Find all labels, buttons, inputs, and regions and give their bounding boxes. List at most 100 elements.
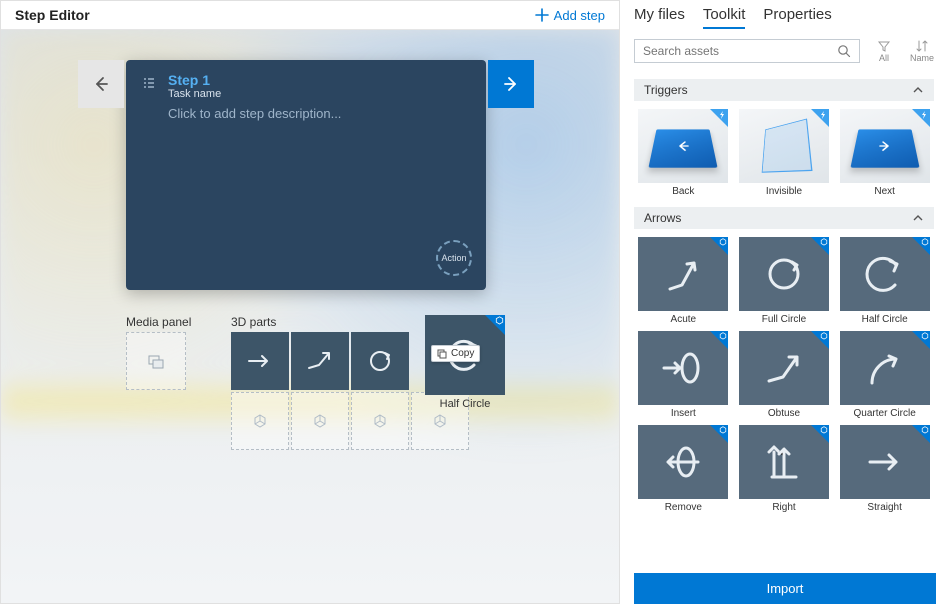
cube-icon bbox=[495, 316, 504, 325]
sort-name[interactable]: Name bbox=[908, 39, 936, 63]
arrow-left-icon bbox=[91, 74, 111, 94]
bolt-icon bbox=[718, 111, 726, 119]
arrow-remove-icon bbox=[658, 437, 708, 487]
step-editor-title: Step Editor bbox=[15, 7, 90, 23]
asset-label: Full Circle bbox=[762, 314, 806, 325]
cube-outline-icon bbox=[433, 414, 447, 428]
copy-tooltip: Copy bbox=[431, 345, 480, 362]
cube-icon bbox=[820, 426, 828, 434]
3d-parts-row-filled bbox=[231, 332, 409, 390]
asset-label: Half Circle bbox=[862, 314, 908, 325]
copy-icon bbox=[437, 349, 447, 359]
step-title[interactable]: Step 1 bbox=[168, 72, 221, 88]
dragged-asset-box: Copy bbox=[425, 315, 505, 395]
asset-trigger-invisible[interactable]: Invisible bbox=[737, 109, 832, 197]
3d-parts-label: 3D parts bbox=[231, 315, 276, 329]
step-canvas: Step 1 Task name Click to add step descr… bbox=[1, 30, 619, 603]
wireframe-cube-icon bbox=[762, 118, 813, 172]
arrow-right-icon bbox=[874, 138, 895, 154]
bolt-icon bbox=[920, 111, 928, 119]
asset-label: Straight bbox=[867, 502, 901, 513]
asset-arrow-quartercircle[interactable]: Quarter Circle bbox=[837, 331, 932, 419]
asset-label: Quarter Circle bbox=[854, 408, 916, 419]
tab-my-files[interactable]: My files bbox=[634, 6, 685, 29]
search-icon[interactable] bbox=[837, 44, 851, 58]
chevron-up-icon bbox=[912, 212, 924, 224]
cube-outline-icon bbox=[313, 414, 327, 428]
asset-arrow-acute[interactable]: Acute bbox=[636, 237, 731, 325]
part-tile-arrow-straight[interactable] bbox=[231, 332, 289, 390]
sections-scroll[interactable]: Triggers Back Invisible Next bbox=[634, 79, 936, 573]
arrow-obtuse-icon bbox=[303, 344, 337, 378]
part-slot-empty[interactable] bbox=[351, 392, 409, 450]
arrow-straight-icon bbox=[243, 344, 277, 378]
section-arrows-header[interactable]: Arrows bbox=[634, 207, 934, 229]
action-badge-label: Action bbox=[441, 253, 466, 263]
arrow-right-icon bbox=[501, 74, 521, 94]
step-editor-panel: Step Editor Add step Step 1 Task name Cl… bbox=[0, 0, 620, 604]
cube-icon bbox=[820, 238, 828, 246]
search-filter-row: All Name bbox=[634, 39, 936, 63]
cube-icon bbox=[921, 238, 929, 246]
media-icon bbox=[147, 352, 165, 370]
step-card[interactable]: Step 1 Task name Click to add step descr… bbox=[126, 60, 486, 290]
part-tile-arrow-obtuse[interactable] bbox=[291, 332, 349, 390]
filter-all[interactable]: All bbox=[870, 39, 898, 63]
arrow-halfcircle-icon bbox=[860, 249, 910, 299]
arrow-fullcircle-icon bbox=[363, 344, 397, 378]
add-step-button[interactable]: Add step bbox=[535, 8, 605, 23]
add-step-label: Add step bbox=[554, 8, 605, 23]
asset-trigger-back[interactable]: Back bbox=[636, 109, 731, 197]
next-step-button[interactable] bbox=[488, 60, 534, 108]
asset-trigger-next[interactable]: Next bbox=[837, 109, 932, 197]
search-input[interactable] bbox=[643, 44, 837, 58]
arrow-straight-icon bbox=[860, 437, 910, 487]
triggers-grid: Back Invisible Next bbox=[634, 105, 934, 207]
part-slot-empty[interactable] bbox=[291, 392, 349, 450]
asset-arrow-straight[interactable]: Straight bbox=[837, 425, 932, 513]
tab-properties[interactable]: Properties bbox=[763, 6, 831, 29]
media-panel-label: Media panel bbox=[126, 315, 191, 329]
asset-arrow-insert[interactable]: Insert bbox=[636, 331, 731, 419]
bolt-icon bbox=[819, 111, 827, 119]
asset-arrow-obtuse[interactable]: Obtuse bbox=[737, 331, 832, 419]
task-name: Task name bbox=[168, 88, 221, 100]
section-triggers-header[interactable]: Triggers bbox=[634, 79, 934, 101]
asset-arrow-right[interactable]: Right bbox=[737, 425, 832, 513]
part-slot-empty[interactable] bbox=[231, 392, 289, 450]
sort-icon bbox=[915, 39, 929, 53]
arrow-quartercircle-icon bbox=[860, 343, 910, 393]
arrow-obtuse-icon bbox=[759, 343, 809, 393]
asset-label: Acute bbox=[671, 314, 697, 325]
asset-label: Obtuse bbox=[768, 408, 800, 419]
sort-name-label: Name bbox=[910, 53, 934, 63]
asset-arrow-remove[interactable]: Remove bbox=[636, 425, 731, 513]
arrow-fullcircle-icon bbox=[759, 249, 809, 299]
tab-toolkit[interactable]: Toolkit bbox=[703, 6, 746, 29]
arrow-acute-icon bbox=[658, 249, 708, 299]
action-badge[interactable]: Action bbox=[436, 240, 472, 276]
filter-icon bbox=[877, 39, 891, 53]
asset-arrow-halfcircle[interactable]: Half Circle bbox=[837, 237, 932, 325]
asset-label: Invisible bbox=[766, 186, 802, 197]
assets-tabs: My files Toolkit Properties bbox=[634, 6, 936, 29]
part-tile-arrow-fullcircle[interactable] bbox=[351, 332, 409, 390]
chevron-up-icon bbox=[912, 84, 924, 96]
assets-panel: My files Toolkit Properties All Name Tri… bbox=[620, 0, 950, 604]
cube-icon bbox=[921, 426, 929, 434]
step-description-input[interactable]: Click to add step description... bbox=[168, 106, 470, 121]
dragged-asset-label: Half Circle bbox=[425, 398, 505, 410]
cube-outline-icon bbox=[373, 414, 387, 428]
media-panel-slot[interactable] bbox=[126, 332, 186, 390]
search-box[interactable] bbox=[634, 39, 860, 63]
section-arrows-title: Arrows bbox=[644, 211, 681, 225]
previous-step-button[interactable] bbox=[78, 60, 124, 108]
import-button-label: Import bbox=[767, 581, 804, 596]
asset-arrow-fullcircle[interactable]: Full Circle bbox=[737, 237, 832, 325]
import-button[interactable]: Import bbox=[634, 573, 936, 604]
cube-outline-icon bbox=[253, 414, 267, 428]
asset-label: Back bbox=[672, 186, 694, 197]
dragged-asset[interactable]: Copy Half Circle bbox=[425, 315, 505, 410]
cube-icon bbox=[719, 332, 727, 340]
plus-icon bbox=[535, 8, 549, 22]
